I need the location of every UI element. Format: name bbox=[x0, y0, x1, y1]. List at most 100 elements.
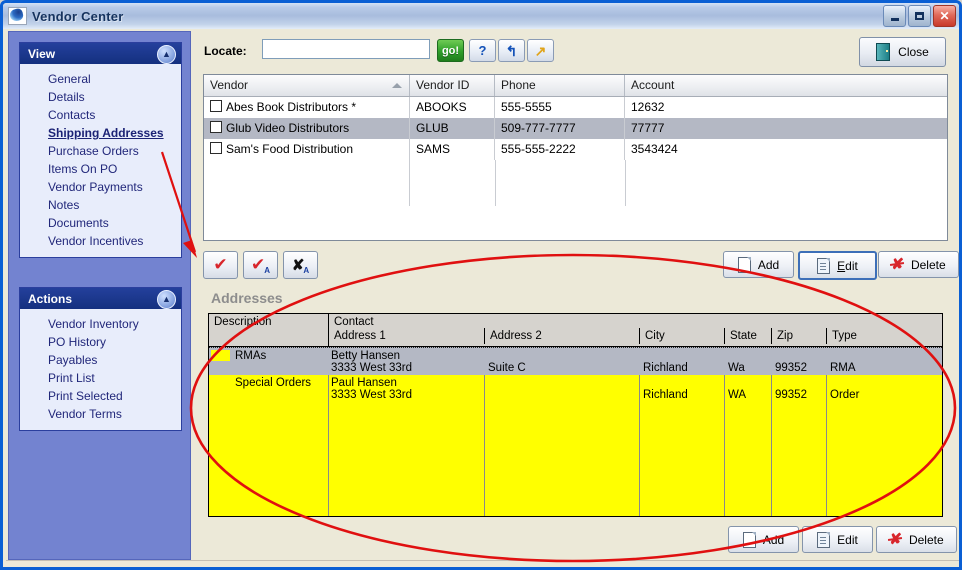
export-icon[interactable]: ↗ bbox=[527, 39, 554, 62]
sidebar-item-notes[interactable]: Notes bbox=[20, 196, 181, 214]
vendor-cell-phone: 555-5555 bbox=[495, 97, 625, 118]
vendor-cell-phone: 555-555-2222 bbox=[495, 139, 625, 160]
vendor-cell-phone: 509-777-7777 bbox=[495, 118, 625, 139]
row-checkbox[interactable] bbox=[210, 142, 222, 154]
row-checkbox[interactable] bbox=[210, 121, 222, 133]
vendor-cell-name: Glub Video Distributors bbox=[204, 118, 410, 139]
sidebar-item-vendor-inventory[interactable]: Vendor Inventory bbox=[20, 315, 181, 333]
sidebar-item-po-history[interactable]: PO History bbox=[20, 333, 181, 351]
sidebar-item-print-list[interactable]: Print List bbox=[20, 369, 181, 387]
sidebar-item-purchase-orders[interactable]: Purchase Orders bbox=[20, 142, 181, 160]
address-zip: 99352 bbox=[775, 362, 807, 374]
actions-panel-header: Actions ▲ bbox=[20, 288, 181, 309]
window-controls: ✕ bbox=[883, 5, 956, 27]
delete-x-icon: ✘ bbox=[891, 256, 904, 273]
table-row[interactable]: Glub Video Distributors GLUB 509-777-777… bbox=[204, 118, 947, 139]
locate-input[interactable] bbox=[262, 39, 430, 59]
address-city: Richland bbox=[643, 389, 688, 401]
check-all-badge: A bbox=[264, 266, 271, 275]
title-bar: Vendor Center ✕ bbox=[3, 3, 959, 29]
sidebar-item-vendor-payments[interactable]: Vendor Payments bbox=[20, 178, 181, 196]
client-area: View ▲ General Details Contacts Shipping… bbox=[6, 29, 959, 567]
vendor-cell-name: Abes Book Distributors * bbox=[204, 97, 410, 118]
delete-address-label: Delete bbox=[908, 532, 944, 547]
address-zip: 99352 bbox=[775, 389, 807, 401]
refresh-icon[interactable]: ↰ bbox=[498, 39, 525, 62]
sidebar-item-general[interactable]: General bbox=[20, 70, 181, 88]
column-header-city: City bbox=[645, 330, 665, 342]
add-address-label: Add bbox=[762, 532, 785, 547]
delete-vendor-button[interactable]: ✘ Delete bbox=[878, 251, 959, 278]
column-header-account[interactable]: Account bbox=[625, 75, 947, 96]
sidebar-item-payables[interactable]: Payables bbox=[20, 351, 181, 369]
uncheck-all-badge: A bbox=[303, 266, 310, 275]
vendor-table[interactable]: Vendor Vendor ID Phone Account Abes Book… bbox=[203, 74, 948, 241]
address-state: WA bbox=[728, 389, 747, 401]
main-content: Locate: go! ? ↰ ↗ Close Vendor Vendor ID… bbox=[194, 31, 959, 560]
row-checkbox[interactable] bbox=[210, 100, 222, 112]
address-city: Richland bbox=[643, 362, 688, 374]
column-header-vendor-id[interactable]: Vendor ID bbox=[410, 75, 495, 96]
minimize-button[interactable] bbox=[883, 5, 906, 27]
vendor-cell-id: GLUB bbox=[410, 118, 495, 139]
check-icon: ✔ bbox=[250, 254, 266, 275]
maximize-button[interactable] bbox=[908, 5, 931, 27]
view-panel: View ▲ General Details Contacts Shipping… bbox=[19, 42, 182, 258]
add-vendor-button[interactable]: Add bbox=[723, 251, 794, 278]
vendor-cell-account: 3543424 bbox=[631, 142, 678, 156]
sidebar-item-contacts[interactable]: Contacts bbox=[20, 106, 181, 124]
column-header-description: Description bbox=[214, 316, 272, 328]
address-line1: 3333 West 33rd bbox=[331, 389, 412, 401]
sidebar-item-items-on-po[interactable]: Items On PO bbox=[20, 160, 181, 178]
sidebar-item-print-selected[interactable]: Print Selected bbox=[20, 387, 181, 405]
addresses-panel: Addresses Description Contact Address 1 bbox=[203, 284, 957, 556]
vendor-table-header: Vendor Vendor ID Phone Account bbox=[204, 75, 947, 97]
close-window-button[interactable]: ✕ bbox=[933, 5, 956, 27]
addresses-table[interactable]: Description Contact Address 1 Address 2 bbox=[208, 313, 943, 517]
table-row[interactable]: Sam's Food Distribution SAMS 555-555-222… bbox=[204, 139, 947, 160]
vendor-center-window: Vendor Center ✕ View ▲ General Details C… bbox=[0, 0, 962, 570]
address-row[interactable]: RMAs Betty Hansen 3333 West 33rd Suite C… bbox=[209, 347, 942, 377]
help-icon[interactable]: ? bbox=[469, 39, 496, 62]
sidebar-item-vendor-terms[interactable]: Vendor Terms bbox=[20, 405, 181, 423]
check-all-button[interactable]: ✔ A bbox=[243, 251, 278, 279]
table-row[interactable]: Abes Book Distributors * ABOOKS 555-5555… bbox=[204, 97, 947, 118]
address-type: RMA bbox=[830, 362, 856, 374]
column-header-phone[interactable]: Phone bbox=[495, 75, 625, 96]
navigation-pane: View ▲ General Details Contacts Shipping… bbox=[8, 31, 191, 560]
app-swoosh-icon bbox=[8, 7, 27, 25]
window-title: Vendor Center bbox=[32, 8, 124, 24]
vendor-name-text: Sam's Food Distribution bbox=[226, 142, 354, 156]
address-row[interactable]: Special Orders Paul Hansen 3333 West 33r… bbox=[209, 375, 942, 516]
vendor-name-text: Glub Video Distributors bbox=[226, 121, 350, 135]
chevron-up-icon[interactable]: ▲ bbox=[157, 290, 176, 309]
sidebar-item-vendor-incentives[interactable]: Vendor Incentives bbox=[20, 232, 181, 250]
view-panel-list: General Details Contacts Shipping Addres… bbox=[20, 64, 181, 257]
check-icon: ✔ bbox=[213, 254, 228, 275]
check-button[interactable]: ✔ bbox=[203, 251, 238, 279]
column-header-state: State bbox=[730, 330, 757, 342]
go-button[interactable]: go! bbox=[437, 39, 464, 62]
actions-panel: Actions ▲ Vendor Inventory PO History Pa… bbox=[19, 287, 182, 431]
sidebar-item-documents[interactable]: Documents bbox=[20, 214, 181, 232]
address-contact: Paul Hansen bbox=[331, 377, 397, 389]
column-header-address2: Address 2 bbox=[490, 330, 542, 342]
sidebar-item-details[interactable]: Details bbox=[20, 88, 181, 106]
uncheck-all-button[interactable]: ✘ A bbox=[283, 251, 318, 279]
close-button[interactable]: Close bbox=[859, 37, 946, 67]
edit-vendor-button[interactable]: Edit bbox=[798, 251, 877, 280]
vendor-name-text: Abes Book Distributors * bbox=[226, 100, 357, 114]
door-exit-icon bbox=[876, 43, 891, 61]
delete-address-button[interactable]: ✘ Delete bbox=[876, 526, 957, 553]
sidebar-item-shipping-addresses[interactable]: Shipping Addresses bbox=[20, 124, 181, 142]
column-header-vendor[interactable]: Vendor bbox=[204, 75, 410, 96]
column-header-zip: Zip bbox=[777, 330, 793, 342]
actions-panel-title: Actions bbox=[28, 291, 73, 306]
add-address-button[interactable]: Add bbox=[728, 526, 799, 553]
vendor-cell-id: ABOOKS bbox=[410, 97, 495, 118]
page-edit-icon bbox=[817, 257, 831, 274]
address-description: RMAs bbox=[235, 350, 267, 362]
edit-address-button[interactable]: Edit bbox=[802, 526, 873, 553]
vendor-cell-account: 12632 bbox=[631, 100, 665, 114]
chevron-up-icon[interactable]: ▲ bbox=[157, 45, 176, 64]
